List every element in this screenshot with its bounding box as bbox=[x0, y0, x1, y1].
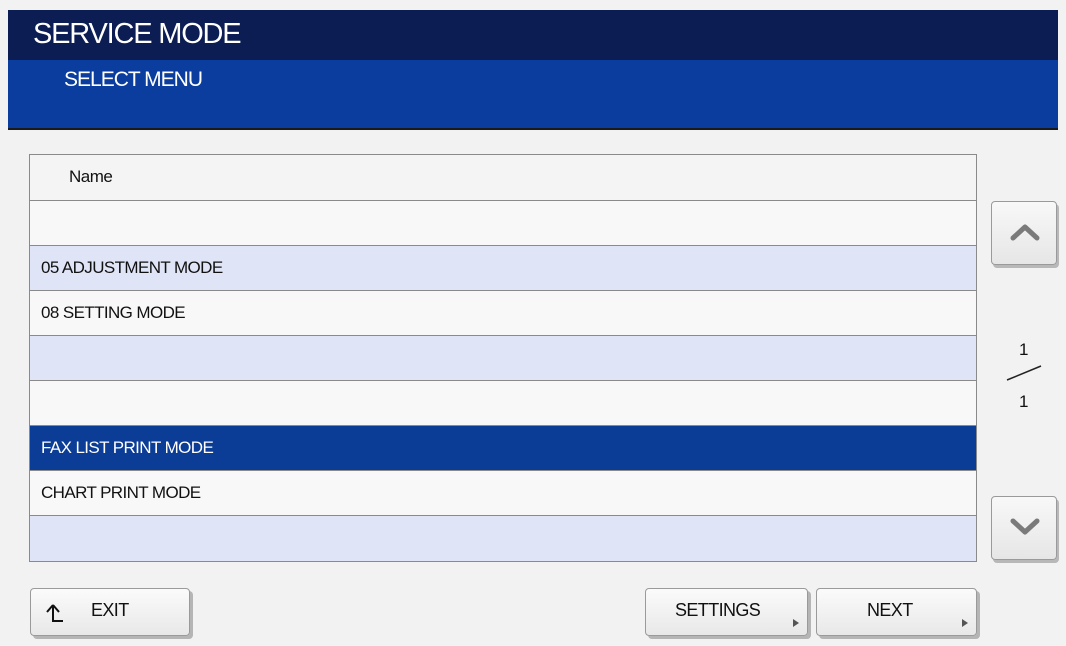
list-item[interactable] bbox=[30, 336, 976, 381]
chevron-up-icon bbox=[1010, 224, 1040, 241]
page-divider bbox=[1006, 365, 1042, 381]
list-column-header: Name bbox=[30, 155, 976, 201]
list-item[interactable]: 08 SETTING MODE bbox=[30, 291, 976, 336]
list-item-label: 05 ADJUSTMENT MODE bbox=[41, 258, 223, 277]
scroll-down-button[interactable] bbox=[991, 496, 1057, 560]
list-item[interactable] bbox=[30, 381, 976, 426]
next-button-label: NEXT bbox=[867, 600, 913, 620]
page-subtitle: SELECT MENU bbox=[64, 68, 203, 91]
scroll-up-button[interactable] bbox=[991, 201, 1057, 265]
list-item-label: FAX LIST PRINT MODE bbox=[41, 438, 214, 457]
title-bar: SERVICE MODE bbox=[8, 10, 1058, 60]
list-item[interactable]: CHART PRINT MODE bbox=[30, 471, 976, 516]
sub-header-bar: SELECT MENU bbox=[8, 60, 1058, 130]
exit-button-label: EXIT bbox=[91, 600, 129, 620]
page-title: SERVICE MODE bbox=[33, 18, 242, 50]
exit-button[interactable]: EXIT bbox=[30, 588, 190, 636]
list-item-selected[interactable]: FAX LIST PRINT MODE bbox=[30, 426, 976, 471]
list-item[interactable]: 05 ADJUSTMENT MODE bbox=[30, 246, 976, 291]
current-page: 1 bbox=[1019, 340, 1029, 359]
settings-button-label: SETTINGS bbox=[675, 600, 761, 620]
next-button[interactable]: NEXT bbox=[816, 588, 977, 636]
page-indicator: 1 1 bbox=[1000, 340, 1046, 420]
corner-arrow-icon bbox=[793, 619, 799, 627]
list-item[interactable] bbox=[30, 201, 976, 246]
corner-arrow-icon bbox=[962, 619, 968, 627]
list-item-label: 08 SETTING MODE bbox=[41, 303, 186, 322]
return-arrow-icon bbox=[46, 604, 63, 622]
list-item-label: CHART PRINT MODE bbox=[41, 483, 201, 502]
menu-list: Name 05 ADJUSTMENT MODE 08 SETTING MODE … bbox=[29, 154, 977, 562]
list-item[interactable] bbox=[30, 516, 976, 561]
column-header-name: Name bbox=[69, 167, 113, 186]
chevron-down-icon bbox=[1010, 518, 1040, 535]
settings-button[interactable]: SETTINGS bbox=[645, 588, 808, 636]
total-pages: 1 bbox=[1019, 392, 1029, 411]
